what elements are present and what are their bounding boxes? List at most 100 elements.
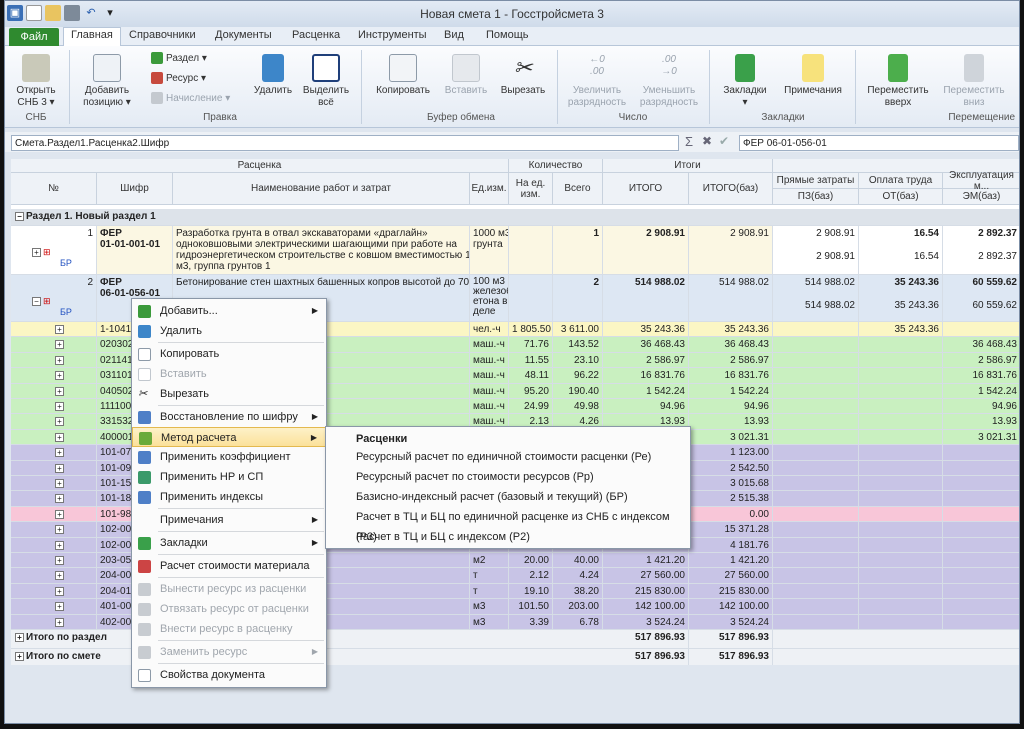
nachislenie-button[interactable]: Начисление ▾ (151, 92, 230, 104)
menu-replace-resource[interactable]: Заменить ресурс ▶ (132, 642, 326, 662)
menu-calc-method[interactable]: Метод расчета ▶ (132, 427, 326, 447)
cell-pz (773, 399, 859, 414)
expand-icon[interactable]: + (55, 525, 64, 535)
collapse-icon[interactable]: − (15, 212, 24, 221)
expand-icon[interactable]: + (55, 463, 64, 473)
expand-icon[interactable]: + (55, 386, 64, 396)
menu-apply-coef[interactable]: Применить коэффициент (132, 447, 326, 467)
select-all-button[interactable]: Выделить всё (301, 54, 351, 109)
add-position-button[interactable]: Добавить позицию ▾ (77, 54, 137, 109)
cell-baz: 13.93 (689, 414, 773, 429)
header-ot-baz[interactable]: ОТ(баз) (859, 189, 943, 205)
open-snb-button[interactable]: Открыть СНБ 3 ▾ (11, 54, 61, 109)
expand-icon[interactable]: + (55, 432, 64, 442)
cell-path-field[interactable]: Смета.Раздел1.Расценка2.Шифр (11, 135, 679, 151)
expand-icon[interactable]: + (55, 586, 64, 596)
razdel-button[interactable]: Раздел ▾ (151, 52, 207, 64)
cell-per: 3.39 (509, 614, 553, 629)
confirm-icon[interactable]: ✔ (719, 134, 729, 148)
submenu-br[interactable]: Базисно-индексный расчет (базовый и теку… (356, 487, 628, 507)
tab-references[interactable]: Справочники (129, 29, 196, 41)
move-up-button[interactable]: Переместить вверх (863, 54, 933, 109)
cell-baz: 1 123.00 (689, 445, 773, 460)
collapse-icon[interactable]: − (32, 297, 41, 306)
expand-icon[interactable]: + (15, 652, 24, 661)
menu-paste[interactable]: Вставить (132, 364, 326, 384)
delete-button[interactable]: Удалить (248, 54, 298, 97)
header-pz-baz[interactable]: ПЗ(баз) (773, 189, 859, 205)
expand-icon[interactable]: + (55, 479, 64, 488)
cut-button[interactable]: ✂ Вырезать (497, 54, 549, 97)
copy-button[interactable]: Копировать (371, 54, 435, 97)
expand-icon[interactable]: + (55, 494, 64, 504)
header-num[interactable]: № (11, 173, 97, 205)
bookmarks-button[interactable]: Закладки ▾ (719, 54, 771, 109)
header-itogo-baz[interactable]: ИТОГО(баз) (689, 173, 773, 205)
header-pryamye[interactable]: Прямые затраты (773, 173, 859, 189)
position-row-1[interactable]: 1 + ⊞ БР ФЕР 01-01-001-01 Разработка грунта… (11, 226, 1019, 275)
expand-icon[interactable]: + (55, 340, 64, 350)
expand-icon[interactable]: + (55, 540, 64, 550)
menu-apply-nr-sp[interactable]: Применить НР и СП (132, 467, 326, 487)
tab-view[interactable]: Вид (444, 29, 464, 41)
sum-icon[interactable]: Σ (685, 134, 693, 149)
menu-cut[interactable]: ✂ Вырезать (132, 384, 326, 404)
menu-extract-resource[interactable]: Вынести ресурс из расценки (132, 579, 326, 599)
menu-delete[interactable]: Удалить (132, 321, 326, 341)
file-tab[interactable]: Файл (9, 28, 59, 46)
razdel-icon (151, 52, 163, 64)
expand-icon[interactable]: + (55, 417, 64, 427)
menu-bookmarks[interactable]: Закладки ▶ (132, 533, 326, 553)
header-total[interactable]: Всего (553, 173, 603, 205)
header-oplata[interactable]: Оплата труда (859, 173, 943, 189)
menu-material-calc[interactable]: Расчет стоимости материала (132, 556, 326, 576)
tab-home[interactable]: Главная (63, 27, 121, 46)
expand-icon[interactable]: + (55, 355, 64, 365)
expand-icon[interactable]: + (55, 556, 64, 565)
cell-value-field[interactable]: ФЕР 06-01-056-01 (739, 135, 1019, 151)
submenu-rr[interactable]: Ресурсный расчет по стоимости ресурсов (… (356, 467, 594, 487)
cancel-icon[interactable]: ✖ (702, 134, 712, 148)
expand-icon[interactable]: + (55, 602, 64, 612)
menu-restore-by-code[interactable]: Восстановление по шифру ▶ (132, 407, 326, 427)
expand-icon[interactable]: + (15, 633, 24, 642)
expand-icon[interactable]: + (55, 325, 64, 334)
cell-unit: маш.-ч (470, 337, 509, 352)
decrease-digits-button[interactable]: .00 →0 Уменьшить разрядность (637, 54, 701, 109)
submenu-r3[interactable]: Расчет в ТЦ и БЦ по единичной расценке и… (356, 507, 690, 543)
resurs-button[interactable]: Ресурс ▾ (151, 72, 206, 84)
expand-icon[interactable]: + (55, 371, 64, 381)
tab-rascenka[interactable]: Расценка (292, 29, 340, 41)
menu-copy[interactable]: Копировать (132, 344, 326, 364)
header-itogo[interactable]: ИТОГО (603, 173, 689, 205)
expand-icon[interactable]: + (55, 448, 64, 458)
menu-doc-properties[interactable]: Свойства документа (132, 665, 326, 685)
tab-documents[interactable]: Документы (215, 29, 272, 41)
menu-apply-indexes[interactable]: Применить индексы (132, 487, 326, 507)
expand-icon[interactable]: + (55, 509, 64, 519)
move-down-button[interactable]: Переместить вниз (939, 54, 1009, 109)
expand-icon[interactable]: + (55, 617, 64, 627)
header-shifr[interactable]: Шифр (97, 173, 173, 205)
header-em-baz[interactable]: ЭМ(баз) (943, 189, 1019, 205)
menu-notes[interactable]: Примечания ▶ (132, 510, 326, 530)
tab-tools[interactable]: Инструменты (358, 29, 427, 41)
submenu-re[interactable]: Ресурсный расчет по единичной стоимости … (356, 447, 651, 467)
notes-button[interactable]: Примечания (779, 54, 847, 97)
header-unit[interactable]: Ед.изм. (470, 173, 509, 205)
header-per-unit[interactable]: На ед. изм. (509, 173, 553, 205)
expand-icon[interactable]: + (55, 571, 64, 581)
section-row[interactable]: − Раздел 1. Новый раздел 1 (11, 209, 1019, 226)
paste-button[interactable]: Вставить (441, 54, 491, 97)
menu-add[interactable]: Добавить... ▶ (132, 301, 326, 321)
increase-digits-button[interactable]: ←0 .00 Увеличить разрядность (565, 54, 629, 109)
menu-unlink-resource[interactable]: Отвязать ресурс от расценки (132, 599, 326, 619)
expand-icon[interactable]: + (32, 248, 41, 257)
cell-unit: маш.-ч (470, 399, 509, 414)
tab-help[interactable]: Помощь (486, 29, 529, 41)
submenu-r2[interactable]: Расчет в ТЦ и БЦ с индексом (Р2) (356, 527, 530, 547)
header-expl[interactable]: Эксплуатация м... (943, 170, 1019, 192)
menu-insert-resource[interactable]: Внести ресурс в расценку (132, 619, 326, 639)
header-name[interactable]: Наименование работ и затрат (173, 173, 470, 205)
expand-icon[interactable]: + (55, 402, 64, 411)
